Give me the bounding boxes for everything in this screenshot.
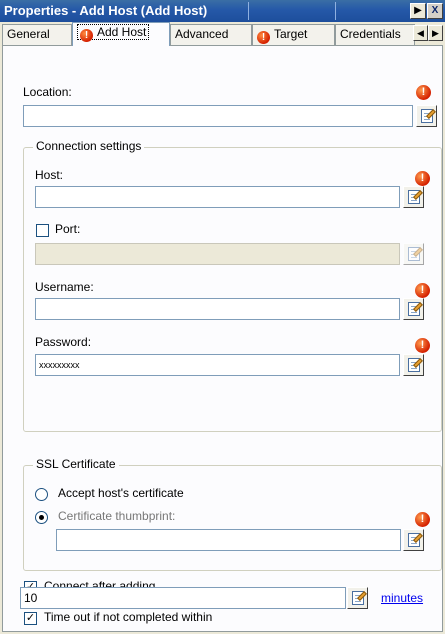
password-field[interactable]: xxxxxxxxx <box>35 354 400 376</box>
title-separator <box>335 2 336 20</box>
warning-icon: ! <box>416 85 431 100</box>
cert-thumbprint-browse-button[interactable] <box>403 529 424 551</box>
location-browse-button[interactable] <box>416 105 437 127</box>
window-title: Properties - Add Host (Add Host) <box>4 3 208 18</box>
scroll-right-icon[interactable]: ▶ <box>428 25 443 41</box>
host-field[interactable] <box>35 186 400 208</box>
tab-label: Target <box>274 27 308 41</box>
username-label: Username: <box>35 280 94 294</box>
tab-advanced[interactable]: Advanced <box>170 24 252 45</box>
host-label: Host: <box>35 168 64 182</box>
timeout-checkbox[interactable]: ✓ <box>24 612 37 625</box>
timeout-value-field[interactable]: 10 <box>20 587 346 609</box>
password-browse-button[interactable] <box>403 354 424 376</box>
tab-credentials[interactable]: Credentials <box>335 24 415 45</box>
warning-icon: ! <box>415 283 430 298</box>
minutes-link[interactable]: minutes <box>381 591 423 605</box>
warning-icon: ! <box>257 31 270 44</box>
tab-general[interactable]: General <box>2 24 72 45</box>
location-field[interactable] <box>23 105 413 127</box>
cert-thumbprint-label: Certificate thumbprint: <box>58 509 176 523</box>
port-field[interactable] <box>35 243 400 265</box>
tab-label: Add Host <box>97 25 147 39</box>
scroll-left-icon[interactable]: ◀ <box>413 25 428 41</box>
tab-strip: General ! Add Host Advanced ! Target Crede… <box>0 22 445 46</box>
tab-add-host[interactable]: ! Add Host <box>72 22 170 46</box>
tab-focus: ! Add Host <box>77 24 150 42</box>
timeout-label: Time out if not completed within <box>44 610 213 624</box>
cert-thumbprint-field[interactable] <box>56 529 401 551</box>
ssl-certificate-legend: SSL Certificate <box>33 457 119 471</box>
accept-host-cert-label: Accept host's certificate <box>58 486 184 500</box>
tab-target[interactable]: ! Target <box>252 24 335 45</box>
location-label: Location: <box>23 85 72 99</box>
tab-panel: Location: ! Connection settings Host: ! … <box>2 45 443 632</box>
warning-icon: ! <box>415 171 430 186</box>
close-icon[interactable]: X <box>427 3 443 19</box>
username-field[interactable] <box>35 298 400 320</box>
host-browse-button[interactable] <box>403 186 424 208</box>
warning-icon: ! <box>415 512 430 527</box>
timeout-browse-button[interactable] <box>347 587 368 609</box>
port-label: Port: <box>55 222 81 236</box>
tab-label: General <box>7 27 50 41</box>
tab-label: Credentials <box>340 27 401 41</box>
port-checkbox[interactable] <box>36 224 49 237</box>
title-separator <box>248 2 249 20</box>
window-title-bar: Properties - Add Host (Add Host) ▶ X <box>0 0 445 22</box>
tab-scroll-arrows: ◀ ▶ <box>413 25 443 41</box>
window-menu-arrow-icon[interactable]: ▶ <box>410 3 426 19</box>
connection-settings-legend: Connection settings <box>33 139 145 153</box>
warning-icon: ! <box>80 29 93 42</box>
cert-thumbprint-radio[interactable] <box>35 511 48 524</box>
warning-icon: ! <box>415 338 430 353</box>
port-browse-button[interactable] <box>403 243 424 265</box>
username-browse-button[interactable] <box>403 298 424 320</box>
password-label: Password: <box>35 335 92 349</box>
tab-label: Advanced <box>175 27 229 41</box>
accept-host-cert-radio[interactable] <box>35 488 48 501</box>
